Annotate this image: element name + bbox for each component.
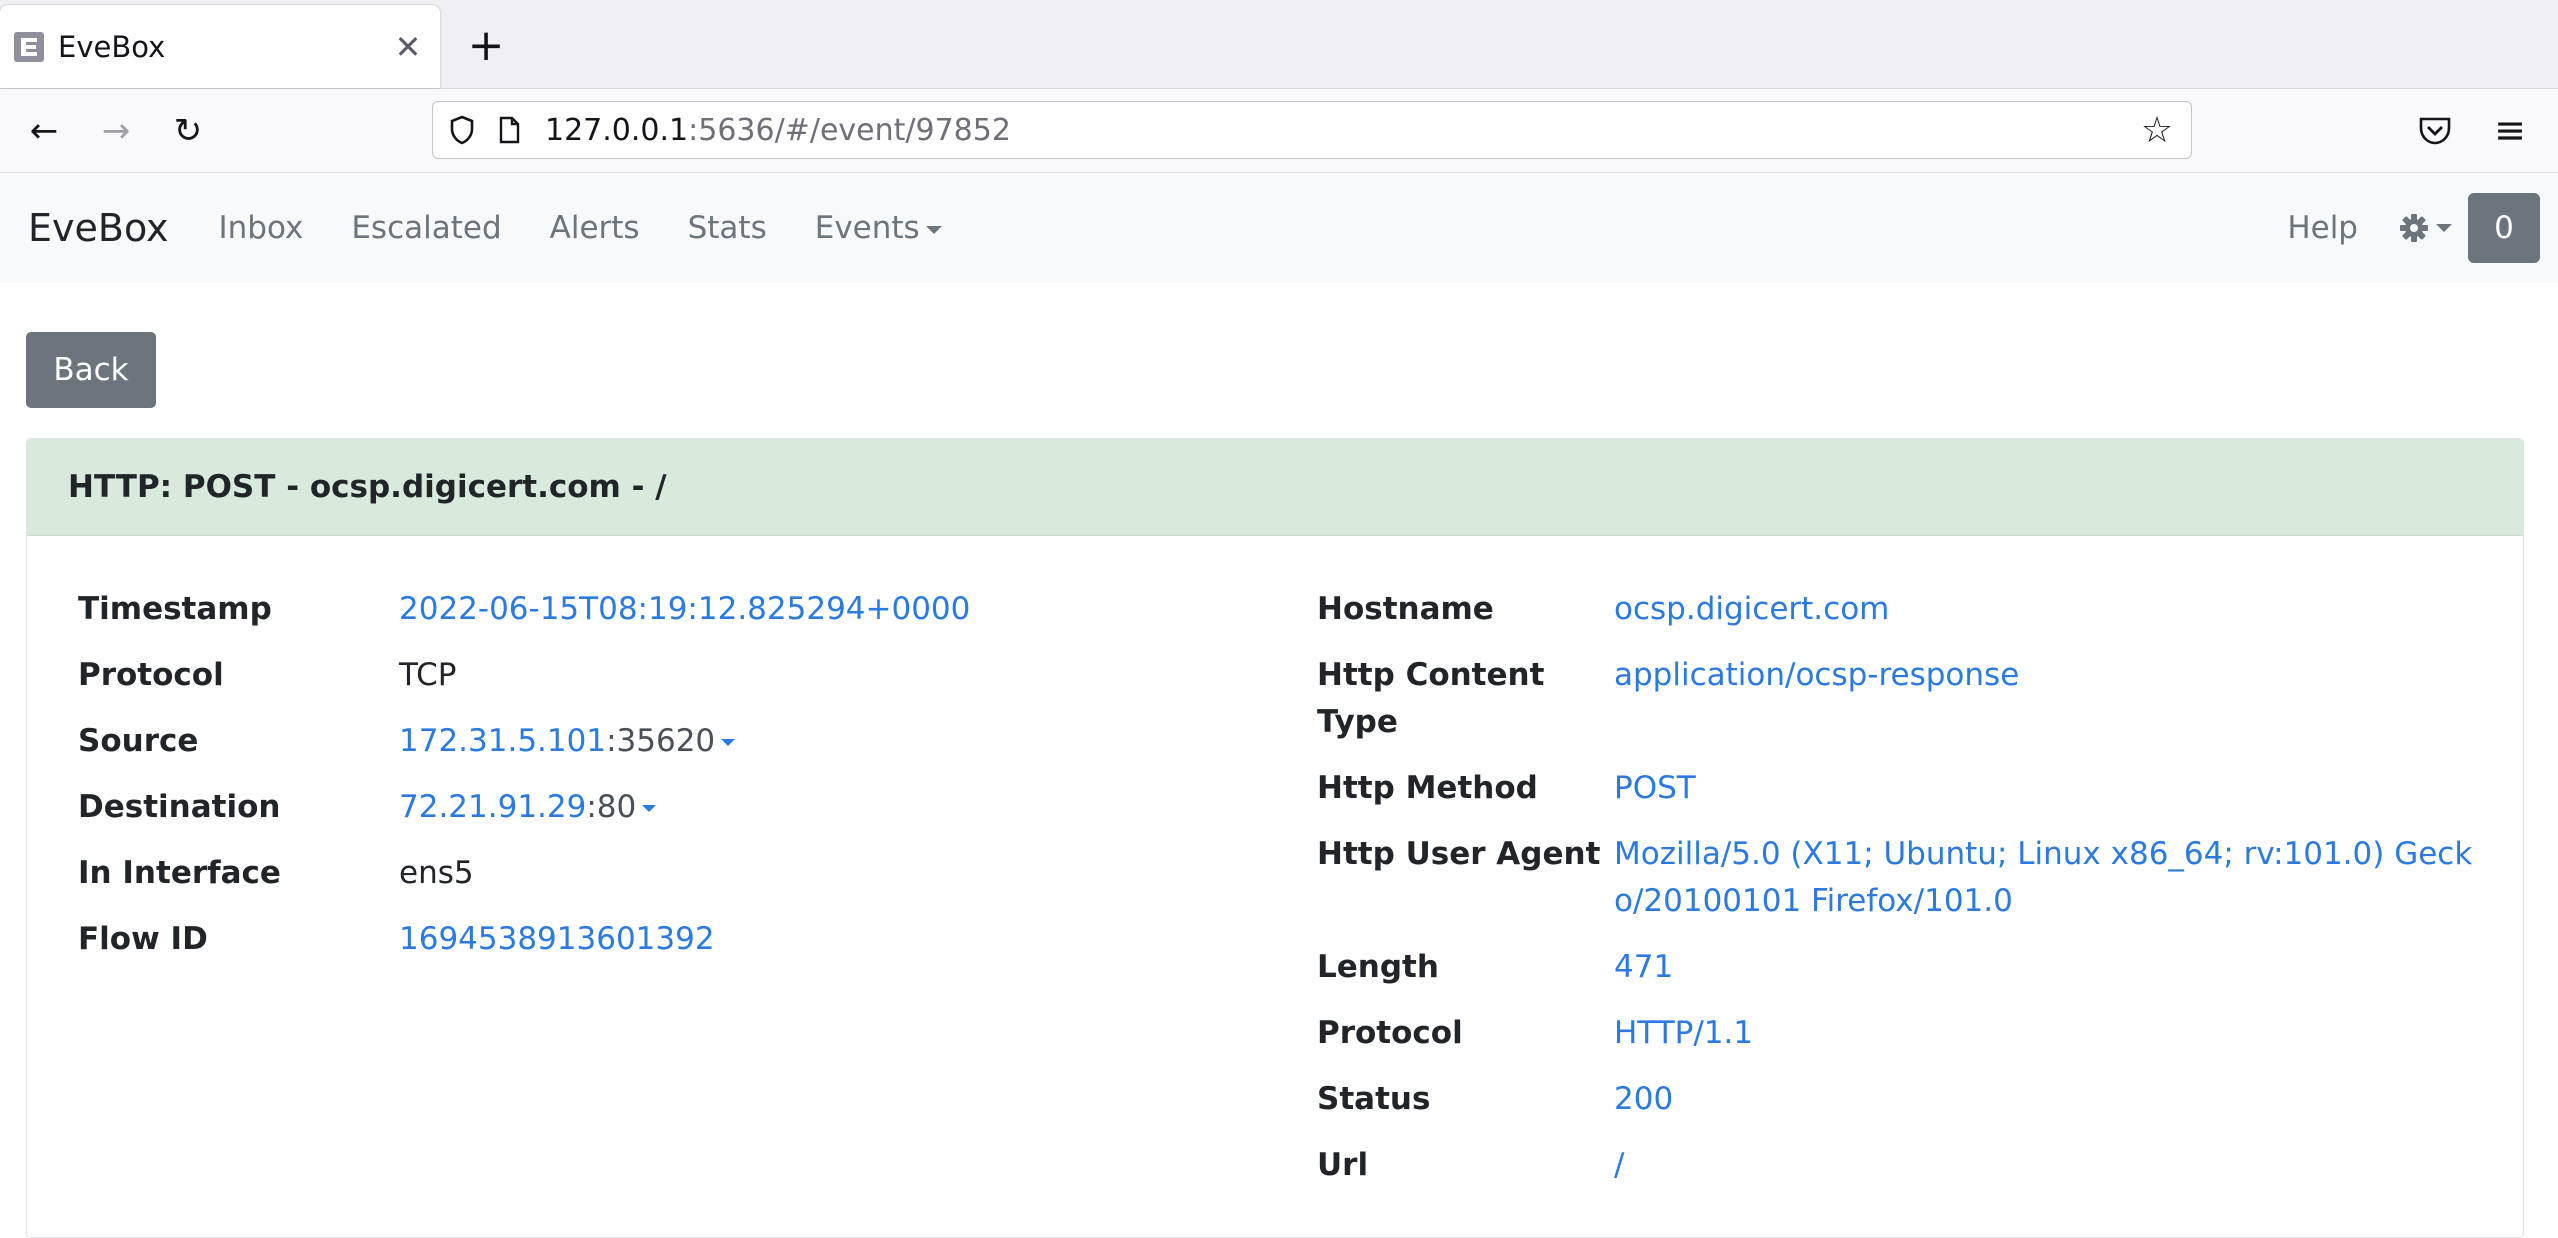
event-card-header: HTTP: POST - ocsp.digicert.com - / <box>27 439 2523 536</box>
source-port: :35620 <box>606 723 716 759</box>
row-protocol: Protocol TCP <box>78 652 1258 699</box>
browser-toolbar: ← → ↻ 127.0.0.1:5636/#/event/97852 ☆ ≡ <box>0 89 2558 173</box>
row-hostname: Hostname ocsp.digicert.com <box>1317 586 2497 633</box>
in-interface-value: ens5 <box>399 855 474 891</box>
nav-events-dropdown[interactable]: Events <box>815 210 942 246</box>
row-destination: Destination 72.21.91.29:80 <box>78 784 1258 831</box>
http-method-value[interactable]: POST <box>1614 765 2497 812</box>
row-flow-id: Flow ID 1694538913601392 <box>78 916 1258 963</box>
row-http-protocol: Protocol HTTP/1.1 <box>1317 1010 2497 1057</box>
flow-id-value[interactable]: 1694538913601392 <box>399 916 1258 963</box>
page-info-icon[interactable] <box>497 116 521 144</box>
event-details-right: Hostname ocsp.digicert.com Http Content … <box>1317 586 2497 1208</box>
nav-stats[interactable]: Stats <box>688 210 767 246</box>
source-value[interactable]: 172.31.5.101:35620 <box>399 718 1258 765</box>
row-length: Length 471 <box>1317 944 2497 991</box>
row-http-method: Http Method POST <box>1317 765 2497 812</box>
status-value[interactable]: 200 <box>1614 1076 2497 1123</box>
url-text[interactable]: 127.0.0.1:5636/#/event/97852 <box>545 113 2137 148</box>
http-protocol-value[interactable]: HTTP/1.1 <box>1614 1010 2497 1057</box>
brand[interactable]: EveBox <box>28 206 169 250</box>
count-badge[interactable]: 0 <box>2468 193 2540 263</box>
evebox-favicon-icon <box>14 31 44 62</box>
event-title: HTTP: POST - ocsp.digicert.com - / <box>68 469 667 505</box>
bookmark-star-icon[interactable]: ☆ <box>2137 110 2177 151</box>
destination-ip[interactable]: 72.21.91.29 <box>399 789 586 825</box>
caret-down-icon <box>2436 224 2452 232</box>
row-timestamp: Timestamp 2022-06-15T08:19:12.825294+000… <box>78 586 1258 633</box>
caret-down-icon[interactable] <box>721 739 736 746</box>
back-arrow-icon[interactable]: ← <box>22 109 66 153</box>
nav-escalated[interactable]: Escalated <box>351 210 501 246</box>
tab-title: EveBox <box>58 29 166 64</box>
http-content-type-value[interactable]: application/ocsp-response <box>1614 652 2497 746</box>
url-bar[interactable]: 127.0.0.1:5636/#/event/97852 ☆ <box>432 101 2192 159</box>
nav-help[interactable]: Help <box>2287 210 2358 246</box>
length-value[interactable]: 471 <box>1614 944 2497 991</box>
timestamp-value[interactable]: 2022-06-15T08:19:12.825294+0000 <box>399 586 1258 633</box>
close-icon[interactable]: ✕ <box>388 28 428 66</box>
reload-icon[interactable]: ↻ <box>166 109 210 153</box>
hostname-value[interactable]: ocsp.digicert.com <box>1614 586 2497 633</box>
nav-inbox[interactable]: Inbox <box>219 210 304 246</box>
nav-alerts[interactable]: Alerts <box>550 210 640 246</box>
browser-tab-bar: EveBox ✕ + <box>0 0 2558 89</box>
row-status: Status 200 <box>1317 1076 2497 1123</box>
row-source: Source 172.31.5.101:35620 <box>78 718 1258 765</box>
row-in-interface: In Interface ens5 <box>78 850 1258 897</box>
event-card: HTTP: POST - ocsp.digicert.com - / Times… <box>26 438 2524 1238</box>
protocol-value: TCP <box>399 657 457 693</box>
destination-value[interactable]: 72.21.91.29:80 <box>399 784 1258 831</box>
pocket-icon[interactable] <box>2416 111 2454 149</box>
settings-dropdown[interactable] <box>2398 212 2452 244</box>
back-button[interactable]: Back <box>26 332 156 408</box>
url-value[interactable]: / <box>1614 1142 2497 1189</box>
row-http-content-type: Http Content Type application/ocsp-respo… <box>1317 652 2497 746</box>
row-http-user-agent: Http User Agent Mozilla/5.0 (X11; Ubuntu… <box>1317 831 2497 925</box>
gear-icon <box>2400 214 2428 242</box>
caret-down-icon <box>925 225 942 234</box>
hamburger-menu-icon[interactable]: ≡ <box>2488 105 2532 155</box>
caret-down-icon[interactable] <box>642 805 657 812</box>
row-url: Url / <box>1317 1142 2497 1189</box>
new-tab-icon[interactable]: + <box>466 20 506 72</box>
forward-arrow-icon[interactable]: → <box>94 109 138 153</box>
browser-tab[interactable]: EveBox ✕ <box>0 5 440 88</box>
source-ip[interactable]: 172.31.5.101 <box>399 723 606 759</box>
http-user-agent-value[interactable]: Mozilla/5.0 (X11; Ubuntu; Linux x86_64; … <box>1614 831 2497 925</box>
event-details-left: Timestamp 2022-06-15T08:19:12.825294+000… <box>78 586 1258 982</box>
shield-icon[interactable] <box>449 115 475 145</box>
app-navbar: EveBox Inbox Escalated Alerts Stats Even… <box>0 173 2558 283</box>
destination-port: :80 <box>586 789 637 825</box>
